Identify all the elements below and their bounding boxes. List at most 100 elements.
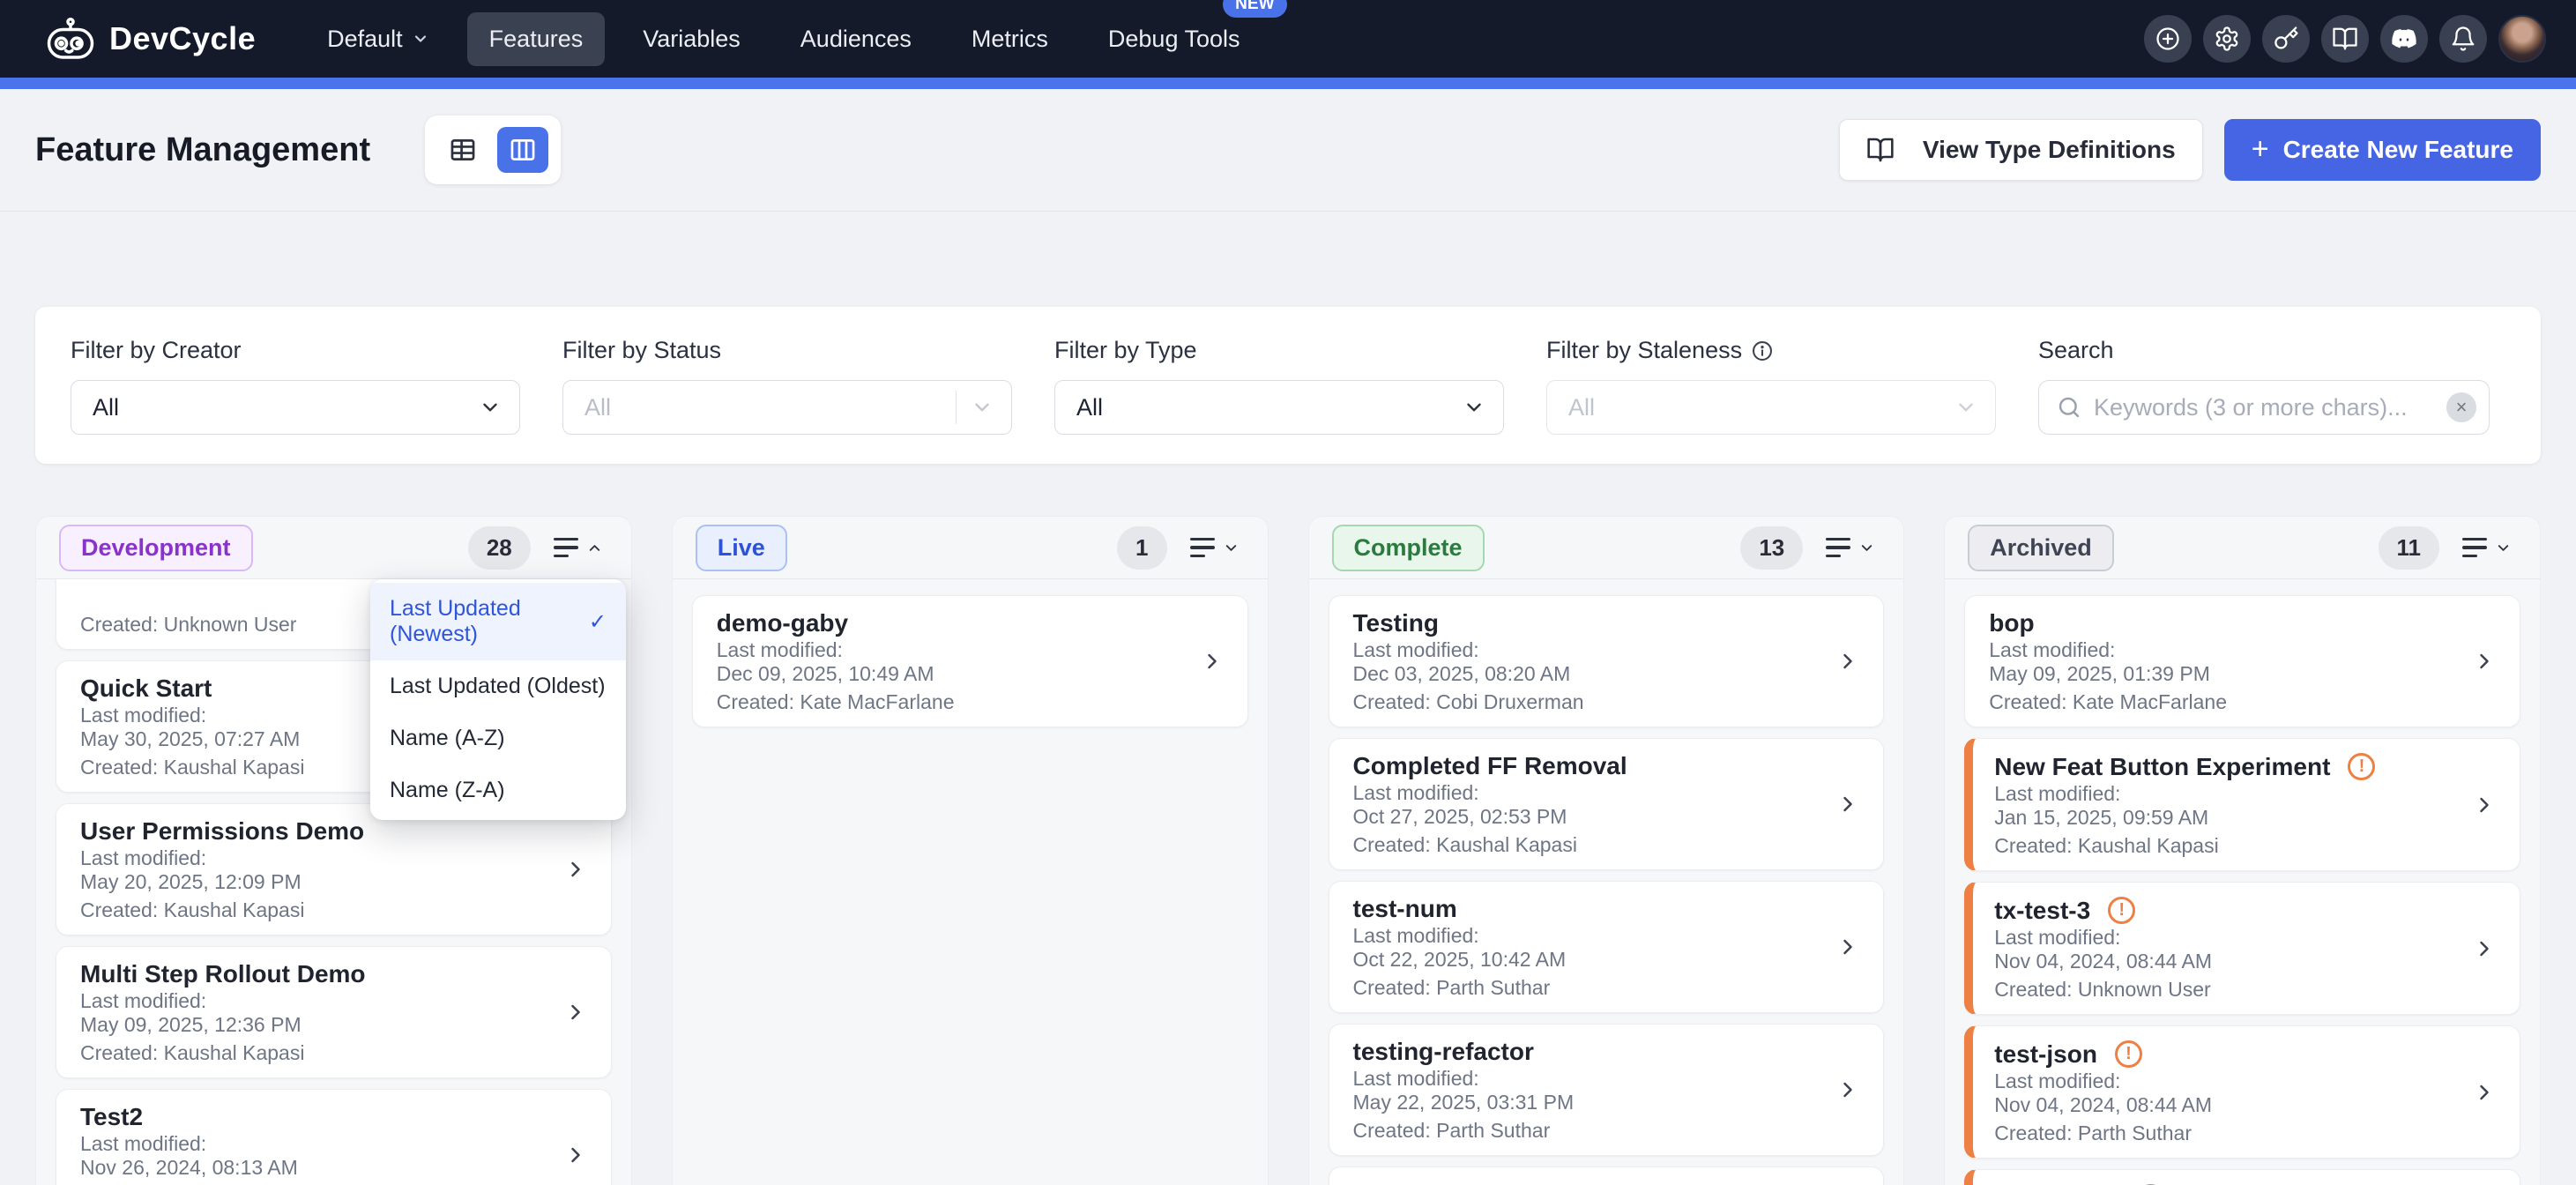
project-selector-label: Default [327, 26, 403, 53]
settings-button[interactable] [2203, 15, 2251, 63]
filter-staleness-select[interactable]: All [1546, 380, 1996, 435]
feature-card[interactable]: Completed FF RemovalLast modified:Oct 27… [1329, 738, 1885, 870]
last-modified-label: Last modified: [1994, 926, 2435, 950]
chevron-down-icon [1858, 540, 1875, 556]
feature-card-title: demo-paul [1353, 1181, 1478, 1185]
created-by: Created: Unknown User [1994, 978, 2435, 1002]
sort-option-name-za[interactable]: Name (Z-A) [370, 764, 626, 816]
nav-item-variables[interactable]: Variables [621, 12, 763, 66]
last-modified-label: Last modified: [80, 1132, 526, 1156]
last-modified-label: Last modified: [80, 989, 526, 1013]
user-avatar[interactable] [2498, 15, 2546, 63]
feature-card[interactable]: testing-refactorLast modified:May 22, 20… [1329, 1024, 1885, 1156]
nav-item-features[interactable]: Features [467, 12, 606, 66]
feature-card-meta: Last modified:Jan 15, 2025, 09:59 AMCrea… [1994, 782, 2435, 858]
notifications-button[interactable] [2439, 15, 2487, 63]
chevron-right-icon [2472, 1080, 2497, 1105]
project-selector[interactable]: Default [305, 12, 451, 66]
filter-staleness-placeholder: All [1568, 394, 1954, 421]
docs-button[interactable] [2321, 15, 2369, 63]
view-mode-toggle [425, 116, 561, 184]
chevron-down-icon [2495, 540, 2512, 556]
feature-card[interactable]: tx-test-3!Last modified:Nov 04, 2024, 08… [1964, 882, 2520, 1015]
feature-card[interactable]: Multi Step Rollout DemoLast modified:May… [56, 946, 612, 1078]
filter-creator-select[interactable]: All [71, 380, 520, 435]
stale-warning-icon: ! [2108, 897, 2135, 924]
stale-warning-icon: ! [2348, 753, 2375, 780]
filter-staleness: Filter by Staleness All [1546, 337, 1996, 464]
chevron-right-icon [1835, 1181, 1860, 1185]
header-actions: View Type Definitions + Create New Featu… [1839, 119, 2541, 181]
page-title: Feature Management [35, 131, 370, 169]
column-status-badge: Live [696, 525, 787, 571]
feature-card[interactable]: New Feat Button Experiment!Last modified… [1964, 738, 2520, 871]
accent-strip [0, 78, 2576, 89]
sort-option-last-updated-oldest[interactable]: Last Updated (Oldest) [370, 660, 626, 712]
feature-card-title: demo-gaby [717, 610, 848, 637]
nav-item-label: Features [489, 26, 584, 53]
feature-card[interactable]: demo-paul [1329, 1166, 1885, 1185]
nav-item-audiences[interactable]: Audiences [778, 12, 934, 66]
board-column-archived: Archived 11 bopLast modified:May 09, 202… [1944, 516, 2541, 1185]
filter-status-select[interactable]: All [562, 380, 1012, 435]
column-cards: bopLast modified:May 09, 2025, 01:39 PMC… [1945, 579, 2540, 1185]
filter-creator: Filter by Creator All [71, 337, 520, 464]
search-input[interactable] [2094, 394, 2446, 421]
search-box[interactable]: × [2038, 380, 2490, 435]
column-sort-button[interactable] [548, 533, 608, 563]
feature-card-meta: Last modified:Oct 27, 2025, 02:53 PMCrea… [1353, 781, 1799, 857]
feature-card[interactable]: User Permissions DemoLast modified:May 2… [56, 803, 612, 935]
feature-card[interactable]: test-json!Last modified:Nov 04, 2024, 08… [1964, 1025, 2520, 1159]
feature-card[interactable]: rachel-test! [1964, 1169, 2520, 1185]
create-new-feature-button[interactable]: + Create New Feature [2224, 119, 2541, 181]
feature-card[interactable]: Test2Last modified:Nov 26, 2024, 08:13 A… [56, 1089, 612, 1185]
feature-card-title: bop [1989, 610, 2034, 637]
sort-lines-icon [2462, 538, 2487, 558]
feature-card-meta: Last modified:Nov 26, 2024, 08:13 AMCrea… [80, 1132, 526, 1185]
feature-card[interactable]: bopLast modified:May 09, 2025, 01:39 PMC… [1964, 595, 2520, 727]
sort-option-name-az[interactable]: Name (A-Z) [370, 712, 626, 764]
last-modified-label: Last modified: [1353, 924, 1799, 948]
last-modified-label: Last modified: [80, 846, 526, 870]
column-count-badge: 28 [468, 526, 531, 570]
chevron-down-icon [971, 396, 994, 419]
discord-button[interactable] [2380, 15, 2428, 63]
feature-card-title: test-json [1994, 1041, 2097, 1068]
kanban-view-button[interactable] [497, 127, 548, 173]
create-new-feature-label: Create New Feature [2283, 136, 2513, 164]
column-sort-button[interactable] [1185, 533, 1245, 563]
clear-search-button[interactable]: × [2446, 392, 2476, 422]
feature-card[interactable]: demo-gabyLast modified:Dec 09, 2025, 10:… [692, 595, 1248, 727]
view-type-definitions-button[interactable]: View Type Definitions [1839, 119, 2203, 181]
chevron-right-icon [1835, 935, 1860, 959]
chevron-right-icon [1200, 649, 1225, 674]
feature-card[interactable]: test-numLast modified:Oct 22, 2025, 10:4… [1329, 881, 1885, 1013]
chevron-right-icon [1835, 649, 1860, 674]
feature-card[interactable]: TestingLast modified:Dec 03, 2025, 08:20… [1329, 595, 1885, 727]
nav-item-label: Audiences [800, 26, 912, 53]
chevron-down-icon [1223, 540, 1240, 556]
table-view-button[interactable] [437, 127, 488, 173]
column-status-badge: Archived [1968, 525, 2114, 571]
devcycle-logo[interactable]: DevCycle [46, 17, 256, 61]
sort-option-label: Name (Z-A) [390, 778, 505, 803]
last-modified-date: May 20, 2025, 12:09 PM [80, 870, 526, 894]
nav-item-debug-tools[interactable]: Debug Tools NEW [1086, 12, 1262, 66]
feature-card-meta: Last modified:Dec 09, 2025, 10:49 AMCrea… [717, 638, 1163, 714]
nav-item-label: Debug Tools [1108, 26, 1240, 53]
column-sort-button[interactable] [1820, 533, 1880, 563]
feature-card-meta: Last modified:May 20, 2025, 12:09 PMCrea… [80, 846, 526, 922]
chevron-down-icon [1954, 396, 1977, 419]
api-keys-button[interactable] [2262, 15, 2310, 63]
chevron-down-icon [1463, 396, 1485, 419]
sort-option-last-updated-newest[interactable]: Last Updated (Newest) ✓ [370, 583, 626, 660]
top-navbar: DevCycle Default Features Variables Audi… [0, 0, 2576, 78]
chevron-right-icon [2472, 936, 2497, 961]
created-by: Created: Kate MacFarlane [1989, 690, 2435, 714]
view-type-definitions-label: View Type Definitions [1923, 136, 2176, 164]
add-button[interactable] [2144, 15, 2192, 63]
nav-item-metrics[interactable]: Metrics [949, 12, 1070, 66]
info-icon[interactable] [1751, 339, 1774, 362]
filter-type-select[interactable]: All [1054, 380, 1504, 435]
column-sort-button[interactable] [2457, 533, 2517, 563]
